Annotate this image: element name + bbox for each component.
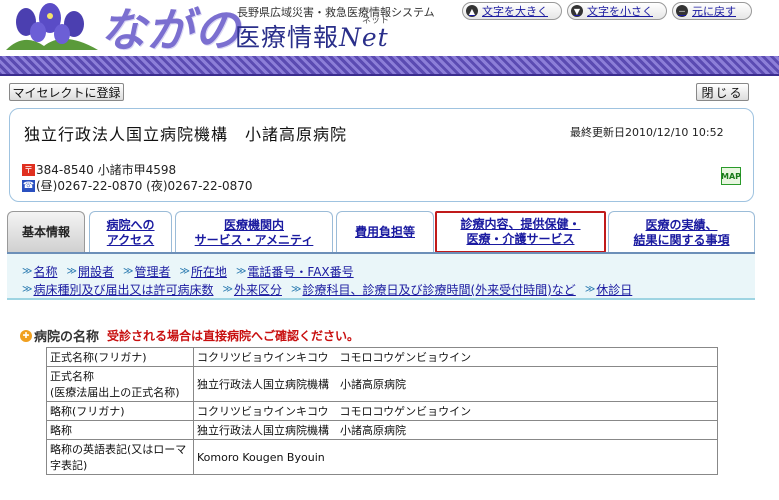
subnav-row: ≫ 病床種別及び届出又は許可病床数 ≫ 外来区分 ≫ 診療科目、診療日及び診療時間(外… — [22, 281, 641, 298]
double-arrow-icon: ≫ — [290, 284, 302, 295]
text-smaller-label: 文字を小さく — [587, 5, 653, 18]
gentian-flower-logo-icon — [6, 3, 98, 50]
site-header: ながの 長野県広域災害・救急医療情報システム ネット 医療情報Net ▲ 文字を… — [0, 0, 779, 57]
tab-label: 病院への — [106, 217, 155, 232]
section-bullet-icon: ✚ — [20, 329, 32, 342]
chevron-down-icon: ▼ — [571, 5, 583, 17]
hospital-name-table: 正式名称(フリガナ) コクリツビョウインキコウ コモロコウゲンビョウイン 正式名… — [46, 347, 718, 475]
table-row: 略称(フリガナ) コクリツビョウインキコウ コモロコウゲンビョウイン — [46, 401, 718, 421]
double-arrow-icon: ≫ — [122, 266, 134, 277]
minus-icon: － — [676, 5, 688, 17]
tab-services-amenities[interactable]: 医療機関内 サービス・アメニティ — [175, 211, 333, 253]
tab-label: 診療内容、提供保健・ — [460, 217, 581, 231]
table-row: 正式名称(フリガナ) コクリツビョウインキコウ コモロコウゲンビョウイン — [46, 347, 718, 367]
table-label: 略称 — [46, 420, 194, 440]
text-larger-button[interactable]: ▲ 文字を大きく — [462, 2, 562, 20]
subnav-link-name[interactable]: 名称 — [33, 263, 57, 280]
text-larger-label: 文字を大きく — [482, 5, 548, 18]
tab-costs[interactable]: 費用負担等 — [336, 211, 434, 253]
subnav-item[interactable]: ≫ 休診日 — [585, 281, 632, 298]
tab-access[interactable]: 病院への アクセス — [89, 211, 172, 253]
double-arrow-icon: ≫ — [222, 284, 233, 295]
last-updated-label: 最終更新日 — [570, 126, 625, 139]
subnav-item[interactable]: ≫ 開設者 — [66, 263, 113, 280]
section-title: 病院の名称 — [34, 330, 100, 345]
phone-number: (昼)0267-22-0870 (夜)0267-22-0870 — [36, 179, 253, 193]
tab-label: アクセス — [106, 232, 155, 247]
subnav-item[interactable]: ≫ 外来区分 — [222, 281, 281, 298]
subnav-item[interactable]: ≫ 名称 — [22, 263, 57, 280]
header-stripe — [0, 56, 779, 76]
site-title-net: Net — [339, 23, 389, 52]
last-updated: 最終更新日2010/12/10 10:52 — [570, 124, 724, 140]
subnav-row: ≫ 名称 ≫ 開設者 ≫ 管理者 ≫ 所在地 ≫ 電話番号・FAX番号 — [22, 263, 363, 280]
tab-label: 医療機関内 — [223, 217, 284, 232]
tab-label: 結果に関する事項 — [633, 232, 730, 247]
table-label: 略称の英語表記(又はローマ字表記) — [46, 439, 194, 475]
tab-medical-services[interactable]: 診療内容、提供保健・ 医療・介護サービス — [435, 211, 606, 253]
header-stripe-border — [0, 74, 779, 76]
double-arrow-icon: ≫ — [66, 266, 77, 277]
phone-icon: ☎ — [22, 179, 35, 192]
sub-navigation: ≫ 名称 ≫ 開設者 ≫ 管理者 ≫ 所在地 ≫ 電話番号・FAX番号 ≫ 病床種別及び届出… — [7, 254, 755, 300]
table-value: コクリツビョウインキコウ コモロコウゲンビョウイン — [193, 347, 718, 367]
chevron-up-icon: ▲ — [466, 5, 478, 17]
table-value: Komoro Kougen Byouin — [193, 439, 718, 475]
section-note: 受診される場合は直接病院へご確認ください。 — [107, 329, 360, 343]
postal-address-line: 〒 384-8540 小諸市甲4598 — [22, 161, 176, 178]
subnav-link-outpatient[interactable]: 外来区分 — [234, 281, 282, 298]
subnav-link-departments-hours[interactable]: 診療科目、診療日及び診療時間(外来受付時間)など — [302, 281, 575, 298]
category-tabs: 基本情報 病院への アクセス 医療機関内 サービス・アメニティ 費用負担等 診療内容… — [7, 211, 755, 253]
subnav-item[interactable]: ≫ 診療科目、診療日及び診療時間(外来受付時間)など — [291, 281, 576, 298]
tab-label: 医療の実績、 — [645, 217, 718, 232]
close-button[interactable]: 閉じる — [696, 83, 749, 101]
table-row: 略称 独立行政法人国立病院機構 小諸高原病院 — [46, 420, 718, 440]
site-title: 医療情報Net — [235, 18, 389, 54]
postal-mark-icon: 〒 — [22, 163, 35, 176]
hospital-name: 独立行政法人国立病院機構 小諸高原病院 — [24, 125, 348, 144]
map-icon[interactable]: MAP — [721, 167, 741, 185]
tab-label: 医療・介護サービス — [466, 232, 575, 246]
double-arrow-icon: ≫ — [179, 266, 190, 277]
table-value: 独立行政法人国立病院機構 小諸高原病院 — [193, 366, 718, 402]
double-arrow-icon: ≫ — [584, 284, 596, 295]
subnav-item[interactable]: ≫ 電話番号・FAX番号 — [236, 263, 354, 280]
table-value: 独立行政法人国立病院機構 小諸高原病院 — [193, 420, 718, 440]
table-label: 正式名称(フリガナ) — [46, 347, 194, 367]
hospital-info-box: 独立行政法人国立病院機構 小諸高原病院 最終更新日2010/12/10 10:5… — [9, 108, 754, 202]
table-row: 正式名称 (医療法届出上の正式名称) 独立行政法人国立病院機構 小諸高原病院 — [46, 366, 718, 402]
double-arrow-icon: ≫ — [235, 266, 247, 277]
subnav-link-phone-fax[interactable]: 電話番号・FAX番号 — [247, 263, 353, 280]
logo-text: ながの — [100, 3, 241, 57]
table-row: 略称の英語表記(又はローマ字表記) Komoro Kougen Byouin — [46, 439, 718, 475]
last-updated-value: 2010/12/10 10:52 — [625, 126, 724, 139]
subnav-item[interactable]: ≫ 所在地 — [179, 263, 226, 280]
reset-text-size-label: 元に戻す — [692, 5, 736, 18]
table-label: 正式名称 (医療法届出上の正式名称) — [46, 366, 194, 402]
subnav-link-location[interactable]: 所在地 — [191, 263, 227, 280]
tab-label: 費用負担等 — [354, 225, 415, 239]
subnav-link-founder[interactable]: 開設者 — [78, 263, 114, 280]
add-to-myselect-button[interactable]: マイセレクトに登録 — [9, 83, 124, 101]
table-label: 略称(フリガナ) — [46, 401, 194, 421]
subnav-link-holidays[interactable]: 休診日 — [596, 281, 632, 298]
subnav-link-administrator[interactable]: 管理者 — [134, 263, 170, 280]
tab-medical-results[interactable]: 医療の実績、 結果に関する事項 — [608, 211, 755, 253]
section-heading: ✚ 病院の名称 受診される場合は直接病院へご確認ください。 — [20, 326, 359, 345]
tab-basic-info[interactable]: 基本情報 — [7, 211, 85, 253]
tab-label: サービス・アメニティ — [194, 232, 314, 247]
site-title-main: 医療情報 — [235, 23, 340, 52]
double-arrow-icon: ≫ — [22, 266, 33, 277]
subnav-item[interactable]: ≫ 管理者 — [123, 263, 170, 280]
tab-label: 基本情報 — [21, 225, 70, 239]
subnav-link-beds[interactable]: 病床種別及び届出又は許可病床数 — [33, 281, 213, 298]
postal-address: 384-8540 小諸市甲4598 — [36, 163, 177, 177]
reset-text-size-button[interactable]: － 元に戻す — [672, 2, 752, 20]
text-smaller-button[interactable]: ▼ 文字を小さく — [567, 2, 667, 20]
subnav-item[interactable]: ≫ 病床種別及び届出又は許可病床数 — [22, 281, 213, 298]
phone-line: ☎ (昼)0267-22-0870 (夜)0267-22-0870 — [22, 177, 253, 194]
table-value: コクリツビョウインキコウ コモロコウゲンビョウイン — [193, 401, 718, 421]
double-arrow-icon: ≫ — [22, 284, 33, 295]
